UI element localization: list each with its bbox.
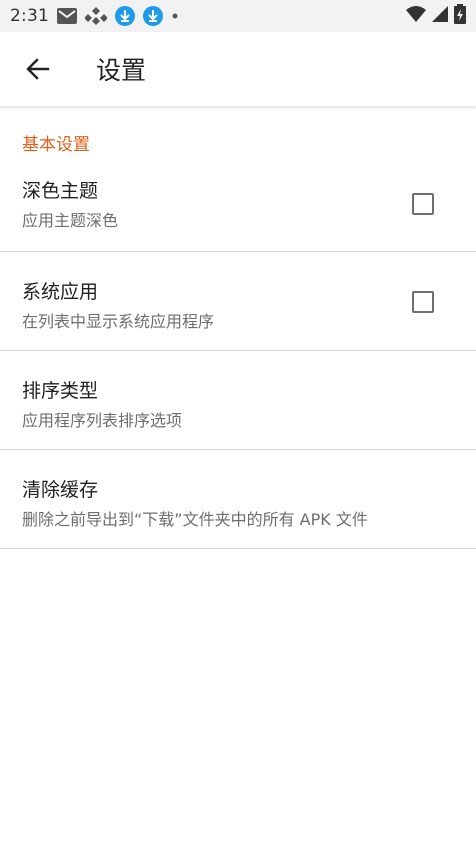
download-icon xyxy=(114,6,135,26)
page-title: 设置 xyxy=(96,56,147,85)
pref-system-apps[interactable]: 系统应用 在列表中显示系统应用程序 xyxy=(0,252,476,351)
pref-title: 系统应用 xyxy=(22,281,99,303)
status-bar: 2:31 xyxy=(0,0,476,32)
pref-summary: 应用主题深色 xyxy=(22,211,119,230)
dark-theme-checkbox[interactable] xyxy=(412,193,434,215)
pref-summary: 删除之前导出到“下载”文件夹中的所有 APK 文件 xyxy=(22,510,368,529)
wifi-icon xyxy=(406,6,426,26)
pref-title: 排序类型 xyxy=(22,380,99,402)
status-time: 2:31 xyxy=(10,6,49,26)
pref-clear-cache[interactable]: 清除缓存 删除之前导出到“下载”文件夹中的所有 APK 文件 xyxy=(0,450,476,549)
gmail-icon xyxy=(56,8,77,24)
pref-summary: 应用程序列表排序选项 xyxy=(22,411,183,430)
arrow-back-icon xyxy=(26,58,50,80)
pref-sort-type[interactable]: 排序类型 应用程序列表排序选项 xyxy=(0,351,476,450)
dot-icon xyxy=(171,12,179,20)
pref-dark-theme[interactable]: 深色主题 应用主题深色 xyxy=(0,158,476,252)
app-bar: 设置 xyxy=(0,32,476,106)
battery-charging-icon xyxy=(454,4,466,28)
system-apps-checkbox[interactable] xyxy=(412,291,434,313)
signal-icon xyxy=(432,6,448,26)
back-button[interactable] xyxy=(24,55,52,83)
pref-title: 深色主题 xyxy=(22,180,99,202)
status-bar-right xyxy=(406,4,466,28)
section-header: 基本设置 xyxy=(22,135,90,155)
download-icon xyxy=(142,6,163,26)
pref-summary: 在列表中显示系统应用程序 xyxy=(22,312,215,331)
app-notification-icon xyxy=(84,7,107,25)
settings-list: 基本设置 深色主题 应用主题深色 系统应用 在列表中显示系统应用程序 排序类型 … xyxy=(0,106,476,549)
pref-title: 清除缓存 xyxy=(22,479,99,501)
